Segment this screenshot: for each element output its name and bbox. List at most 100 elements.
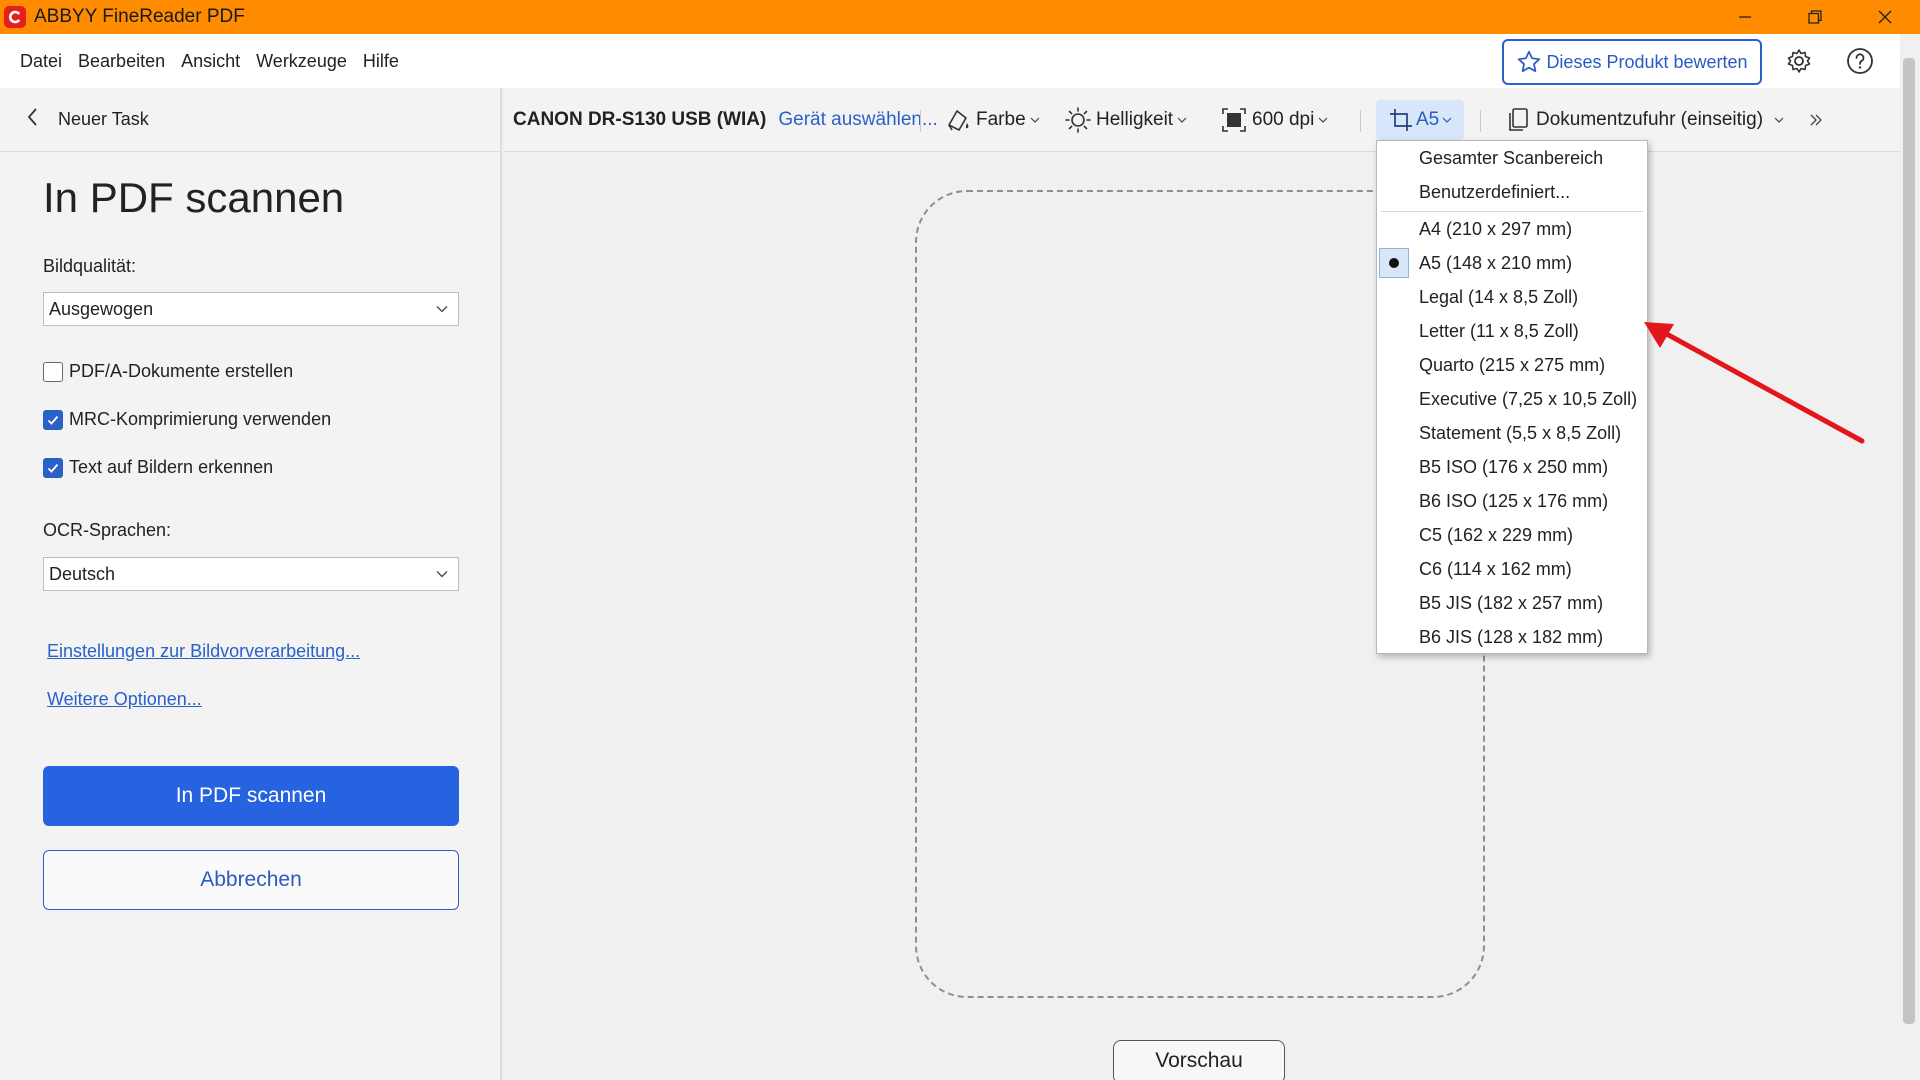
chevron-down-icon xyxy=(1442,117,1452,123)
chevron-down-icon xyxy=(1774,117,1784,123)
toolbar-separator xyxy=(1360,110,1361,132)
color-mode-label: Farbe xyxy=(976,109,1026,130)
window-title: ABBYY FineReader PDF xyxy=(34,6,245,27)
chevron-left-icon xyxy=(24,106,42,133)
menu-item-executive[interactable]: Executive (7,25 x 10,5 Zoll) xyxy=(1377,382,1647,416)
ocr-languages-select[interactable]: Deutsch xyxy=(43,557,459,591)
task-settings-panel: Neuer Task In PDF scannen Bildqualität: … xyxy=(0,88,502,1080)
image-preprocessing-link[interactable]: Einstellungen zur Bildvorverarbeitung... xyxy=(47,641,360,662)
toolbar-overflow-button[interactable] xyxy=(1808,88,1824,152)
menu-item-quarto[interactable]: Quarto (215 x 275 mm) xyxy=(1377,348,1647,382)
panel-title: In PDF scannen xyxy=(43,174,345,221)
star-icon xyxy=(1518,50,1541,73)
checkmark-icon xyxy=(47,463,59,473)
ocr-languages-value: Deutsch xyxy=(49,563,116,584)
color-fill-icon xyxy=(948,110,969,131)
ocr-images-checkbox[interactable] xyxy=(43,457,63,478)
menu-item-statement[interactable]: Statement (5,5 x 8,5 Zoll) xyxy=(1377,416,1647,450)
resolution-dropdown[interactable]: 600 dpi xyxy=(1220,88,1329,152)
color-mode-dropdown[interactable]: Farbe xyxy=(944,88,1041,152)
help-button[interactable] xyxy=(1845,46,1875,76)
menu-item-b5-iso[interactable]: B5 ISO (176 x 250 mm) xyxy=(1377,450,1647,484)
restore-button[interactable] xyxy=(1780,0,1850,34)
feeder-label: Dokumentzufuhr (einseitig) xyxy=(1536,109,1764,130)
menu-werkzeuge[interactable]: Werkzeuge xyxy=(256,51,347,72)
minimize-button[interactable] xyxy=(1710,0,1780,34)
resolution-label: 600 dpi xyxy=(1252,109,1315,130)
menu-item-a5[interactable]: A5 (148 x 210 mm) xyxy=(1377,246,1647,280)
menu-item-b5-jis[interactable]: B5 JIS (182 x 257 mm) xyxy=(1377,586,1647,620)
radio-dot-icon xyxy=(1389,258,1399,268)
menu-item-letter[interactable]: Letter (11 x 8,5 Zoll) xyxy=(1377,314,1647,348)
annotation-arrow-icon xyxy=(1644,322,1865,444)
menu-hilfe[interactable]: Hilfe xyxy=(363,51,399,72)
help-icon xyxy=(1847,48,1873,74)
app-logo-icon xyxy=(4,6,26,28)
back-label: Neuer Task xyxy=(58,109,149,129)
pdfa-checkbox[interactable] xyxy=(43,361,63,382)
menu-item-c6[interactable]: C6 (114 x 162 mm) xyxy=(1377,552,1647,586)
window-controls xyxy=(1710,0,1920,34)
device-info: CANON DR-S130 USB (WIA) Gerät auswählen.… xyxy=(513,88,938,152)
gear-icon xyxy=(1787,49,1811,73)
document-feeder-icon xyxy=(1509,108,1528,131)
toolbar-separator xyxy=(1480,110,1481,132)
restore-icon xyxy=(1808,10,1822,24)
page-size-dropdown[interactable]: A5 xyxy=(1376,100,1464,140)
cancel-button[interactable]: Abbrechen xyxy=(43,850,459,910)
mrc-checkbox-label: MRC-Komprimierung verwenden xyxy=(69,409,332,429)
crop-icon xyxy=(1390,109,1412,131)
brightness-label: Helligkeit xyxy=(1096,109,1174,130)
menu-item-b6-iso[interactable]: B6 ISO (125 x 176 mm) xyxy=(1377,484,1647,518)
scan-to-pdf-button[interactable]: In PDF scannen xyxy=(43,766,459,826)
menu-item-a4[interactable]: A4 (210 x 297 mm) xyxy=(1377,212,1647,246)
page-size-menu: Gesamter Scanbereich Benutzerdefiniert..… xyxy=(1376,140,1648,654)
chevron-down-icon xyxy=(1177,117,1187,123)
title-bar: ABBYY FineReader PDF xyxy=(0,0,1920,34)
chevron-down-icon xyxy=(436,571,448,578)
menu-item-custom[interactable]: Benutzerdefiniert... xyxy=(1377,175,1647,209)
device-name: CANON DR-S130 USB (WIA) xyxy=(513,109,767,130)
ocr-images-checkbox-row[interactable]: Text auf Bildern erkennen xyxy=(43,457,273,478)
chevron-down-icon xyxy=(436,306,448,313)
rate-product-label: Dieses Produkt bewerten xyxy=(1546,51,1748,72)
image-quality-select[interactable]: Ausgewogen xyxy=(43,292,459,326)
brightness-dropdown[interactable]: Helligkeit xyxy=(1064,88,1188,152)
menu-item-c5[interactable]: C5 (162 x 229 mm) xyxy=(1377,518,1647,552)
menu-ansicht[interactable]: Ansicht xyxy=(181,51,240,72)
menu-bar: Datei Bearbeiten Ansicht Werkzeuge Hilfe… xyxy=(0,34,1900,88)
back-to-new-task[interactable]: Neuer Task xyxy=(0,88,500,152)
preview-button[interactable]: Vorschau xyxy=(1113,1040,1285,1080)
chevron-down-icon xyxy=(1030,117,1040,123)
menu-item-legal[interactable]: Legal (14 x 8,5 Zoll) xyxy=(1377,280,1647,314)
toolbar-separator xyxy=(920,110,921,132)
ocr-languages-label: OCR-Sprachen: xyxy=(43,520,172,540)
menu-item-full-scan-area[interactable]: Gesamter Scanbereich xyxy=(1377,141,1647,175)
close-button[interactable] xyxy=(1850,0,1920,34)
chevron-down-icon xyxy=(1318,117,1328,123)
double-chevron-right-icon xyxy=(1810,114,1822,126)
selected-radio-indicator xyxy=(1379,248,1409,278)
close-icon xyxy=(1878,10,1892,24)
image-quality-label: Bildqualität: xyxy=(43,256,137,276)
mrc-checkbox-row[interactable]: MRC-Komprimierung verwenden xyxy=(43,409,331,430)
ocr-images-checkbox-label: Text auf Bildern erkennen xyxy=(69,457,274,477)
pdfa-checkbox-label: PDF/A-Dokumente erstellen xyxy=(69,361,294,381)
page-size-label: A5 xyxy=(1416,109,1440,130)
window-scrollbar-thumb[interactable] xyxy=(1903,58,1915,1024)
image-quality-value: Ausgewogen xyxy=(49,298,154,319)
select-device-link[interactable]: Gerät auswählen... xyxy=(778,109,937,131)
menu-item-b6-jis[interactable]: B6 JIS (128 x 182 mm) xyxy=(1377,620,1647,654)
menu-bearbeiten[interactable]: Bearbeiten xyxy=(78,51,165,72)
settings-button[interactable] xyxy=(1784,46,1814,76)
resolution-icon xyxy=(1222,108,1246,132)
minimize-icon xyxy=(1739,16,1751,18)
brightness-icon xyxy=(1065,107,1091,133)
rate-product-button[interactable]: Dieses Produkt bewerten xyxy=(1502,39,1762,85)
mrc-checkbox[interactable] xyxy=(43,409,63,430)
more-options-link[interactable]: Weitere Optionen... xyxy=(47,689,202,710)
pdfa-checkbox-row[interactable]: PDF/A-Dokumente erstellen xyxy=(43,361,293,382)
menu-item-a5-label: A5 (148 x 210 mm) xyxy=(1419,252,1573,273)
checkmark-icon xyxy=(47,415,59,425)
menu-datei[interactable]: Datei xyxy=(20,51,62,72)
